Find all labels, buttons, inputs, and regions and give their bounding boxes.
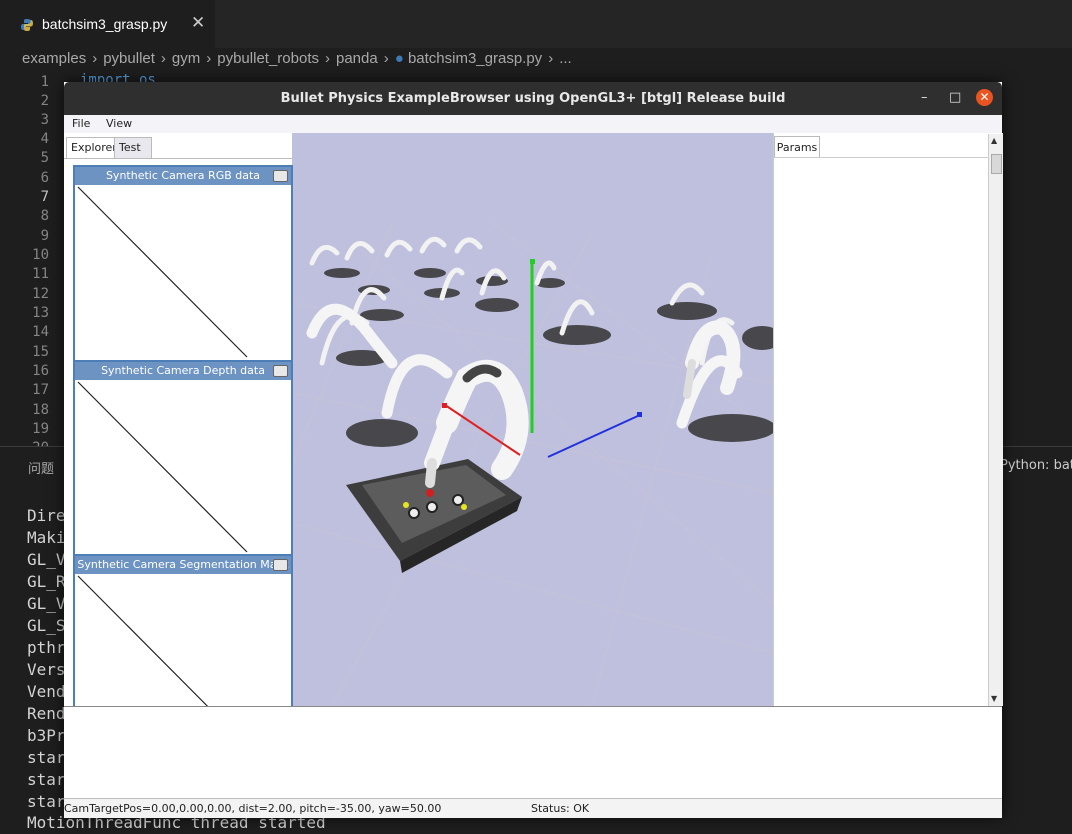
camera-depth-image: [77, 381, 248, 553]
chevron-right-icon: ›: [160, 50, 166, 67]
terminal-line: Dire: [27, 506, 66, 525]
breadcrumb-item[interactable]: batchsim3_grasp.py: [408, 50, 542, 67]
camera-rgb-window[interactable]: Synthetic Camera RGB data: [73, 165, 293, 362]
terminal-line: Rend: [27, 704, 66, 723]
line-number: 8: [40, 208, 49, 224]
breadcrumb-item[interactable]: gym: [172, 50, 200, 67]
python-file-icon: [21, 19, 33, 31]
line-number: 17: [32, 382, 49, 398]
line-number: 13: [32, 305, 49, 321]
line-number: 1: [40, 74, 49, 90]
terminal-line: star: [27, 748, 66, 767]
window-title: Bullet Physics ExampleBrowser using Open…: [280, 91, 786, 106]
python-file-icon: ●: [394, 50, 404, 67]
breadcrumb: examples › pybullet › gym › pybullet_robots › pa…: [22, 50, 572, 70]
terminal-line: star: [27, 792, 66, 811]
camera-status: CamTargetPos=0.00,0.00,0.00, dist=2.00, …: [64, 802, 442, 815]
camera-depth-title: Synthetic Camera Depth data: [75, 362, 291, 380]
line-number: 15: [32, 344, 49, 360]
breadcrumb-item[interactable]: pybullet: [103, 50, 155, 67]
minimize-icon[interactable]: –: [921, 90, 928, 105]
minimize-panel-icon[interactable]: [273, 559, 288, 571]
scene-viewport[interactable]: [292, 133, 773, 706]
terminal-line: GL_R: [27, 572, 66, 591]
menubar: File View: [64, 115, 1002, 133]
scrollbar-thumb[interactable]: [991, 154, 1002, 174]
terminal-line: GL_S: [27, 616, 66, 635]
breadcrumb-item[interactable]: panda: [336, 50, 378, 67]
chevron-right-icon: ›: [324, 50, 330, 67]
bullet-window: Bullet Physics ExampleBrowser using Open…: [64, 82, 1003, 818]
line-number: 4: [40, 131, 49, 147]
terminal-line: Maki: [27, 528, 66, 547]
terminal-line: Vers: [27, 660, 66, 679]
window-close-icon[interactable]: ✕: [976, 89, 993, 106]
chevron-right-icon: ›: [92, 50, 98, 67]
scroll-up-icon[interactable]: ▲: [991, 136, 997, 145]
camera-rgb-image: [77, 186, 248, 358]
line-number: 12: [32, 286, 49, 302]
camera-rgb-title: Synthetic Camera RGB data: [75, 167, 291, 185]
line-number: 14: [32, 324, 49, 340]
line-number: 6: [40, 170, 49, 186]
line-number: 2: [40, 93, 49, 109]
tab-underline: [64, 158, 292, 159]
line-number: 9: [40, 228, 49, 244]
menu-view[interactable]: View: [106, 117, 132, 130]
z-axis: [547, 414, 641, 458]
minimize-panel-icon[interactable]: [273, 365, 288, 377]
maximize-icon[interactable]: □: [949, 90, 961, 105]
line-number: 19: [32, 421, 49, 437]
breadcrumb-item[interactable]: ...: [559, 50, 572, 67]
terminal-line: GL_V: [27, 550, 66, 569]
status-text: Status: OK: [531, 802, 590, 815]
chevron-right-icon: ›: [206, 50, 212, 67]
console-area: [64, 706, 1002, 799]
params-scrollbar[interactable]: ▲ ▼: [988, 134, 1003, 706]
params-pane: Params: [773, 133, 1003, 706]
line-number: 18: [32, 402, 49, 418]
editor-tab-label: batchsim3_grasp.py: [42, 16, 168, 32]
explorer-pane: Explorer Test Synthetic Camera RGB data …: [64, 133, 293, 758]
terminal-line: Vend: [27, 682, 66, 701]
terminal-line: GL_V: [27, 594, 66, 613]
editor-tabbar: batchsim3_grasp.py ✕: [0, 0, 1072, 49]
breadcrumb-item[interactable]: pybullet_robots: [217, 50, 319, 67]
chevron-right-icon: ›: [548, 50, 554, 67]
python-status[interactable]: Python: batc: [1000, 458, 1072, 473]
line-number: 3: [40, 112, 49, 128]
panel-title[interactable]: 问题: [28, 458, 54, 477]
statusbar: CamTargetPos=0.00,0.00,0.00, dist=2.00, …: [64, 798, 1002, 818]
terminal-line: b3Pr: [27, 726, 66, 745]
breadcrumb-item[interactable]: examples: [22, 50, 86, 67]
tab-params[interactable]: Params: [774, 136, 820, 158]
tab-test[interactable]: Test: [114, 137, 152, 158]
line-number: 16: [32, 363, 49, 379]
line-number: 5: [40, 150, 49, 166]
terminal-line: star: [27, 770, 66, 789]
window-titlebar[interactable]: Bullet Physics ExampleBrowser using Open…: [64, 82, 1002, 115]
line-number: 11: [32, 266, 49, 282]
editor-tab[interactable]: batchsim3_grasp.py ✕: [0, 0, 215, 49]
terminal-output: Dire Maki GL_V GL_R GL_V GL_S pthr Vers …: [27, 505, 66, 813]
close-icon[interactable]: ✕: [191, 13, 205, 33]
camera-segmentation-title: Synthetic Camera Segmentation Mask: [75, 556, 291, 574]
tab-explorer[interactable]: Explorer: [66, 137, 120, 158]
terminal-line: pthr: [27, 638, 66, 657]
menu-file[interactable]: File: [72, 117, 90, 130]
scroll-down-icon[interactable]: ▼: [991, 694, 997, 703]
chevron-right-icon: ›: [383, 50, 389, 67]
minimize-panel-icon[interactable]: [273, 170, 288, 182]
line-number: 7: [40, 189, 49, 205]
line-number: 10: [32, 247, 49, 263]
camera-depth-window[interactable]: Synthetic Camera Depth data: [73, 360, 293, 557]
scene-render: [292, 222, 773, 706]
tab-underline: [774, 157, 989, 158]
